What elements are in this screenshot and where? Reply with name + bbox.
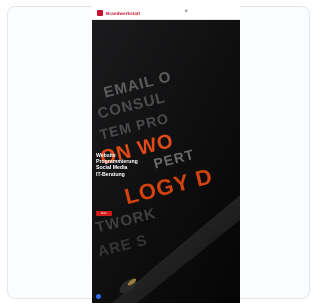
hero-cta-button[interactable]: Mehr <box>96 211 112 216</box>
chat-bubble-icon[interactable] <box>96 294 101 299</box>
hero-tagline: Website Programmierung Social Media IT-B… <box>96 153 156 178</box>
brand-logo[interactable]: Brandwerkstatt <box>97 10 140 16</box>
tagline-line: IT-Beratung <box>96 171 125 178</box>
close-icon[interactable]: × <box>184 9 188 15</box>
hero-section: EMAIL O CONSUL TEM PRO ON WO PERT LOGY D… <box>92 20 240 303</box>
site-header: Brandwerkstatt × <box>92 6 240 20</box>
mobile-page-preview: Brandwerkstatt × EMAIL O CONSUL TEM PRO … <box>92 6 240 303</box>
brand-name: Brandwerkstatt <box>106 10 141 16</box>
brand-logo-icon <box>97 10 103 16</box>
